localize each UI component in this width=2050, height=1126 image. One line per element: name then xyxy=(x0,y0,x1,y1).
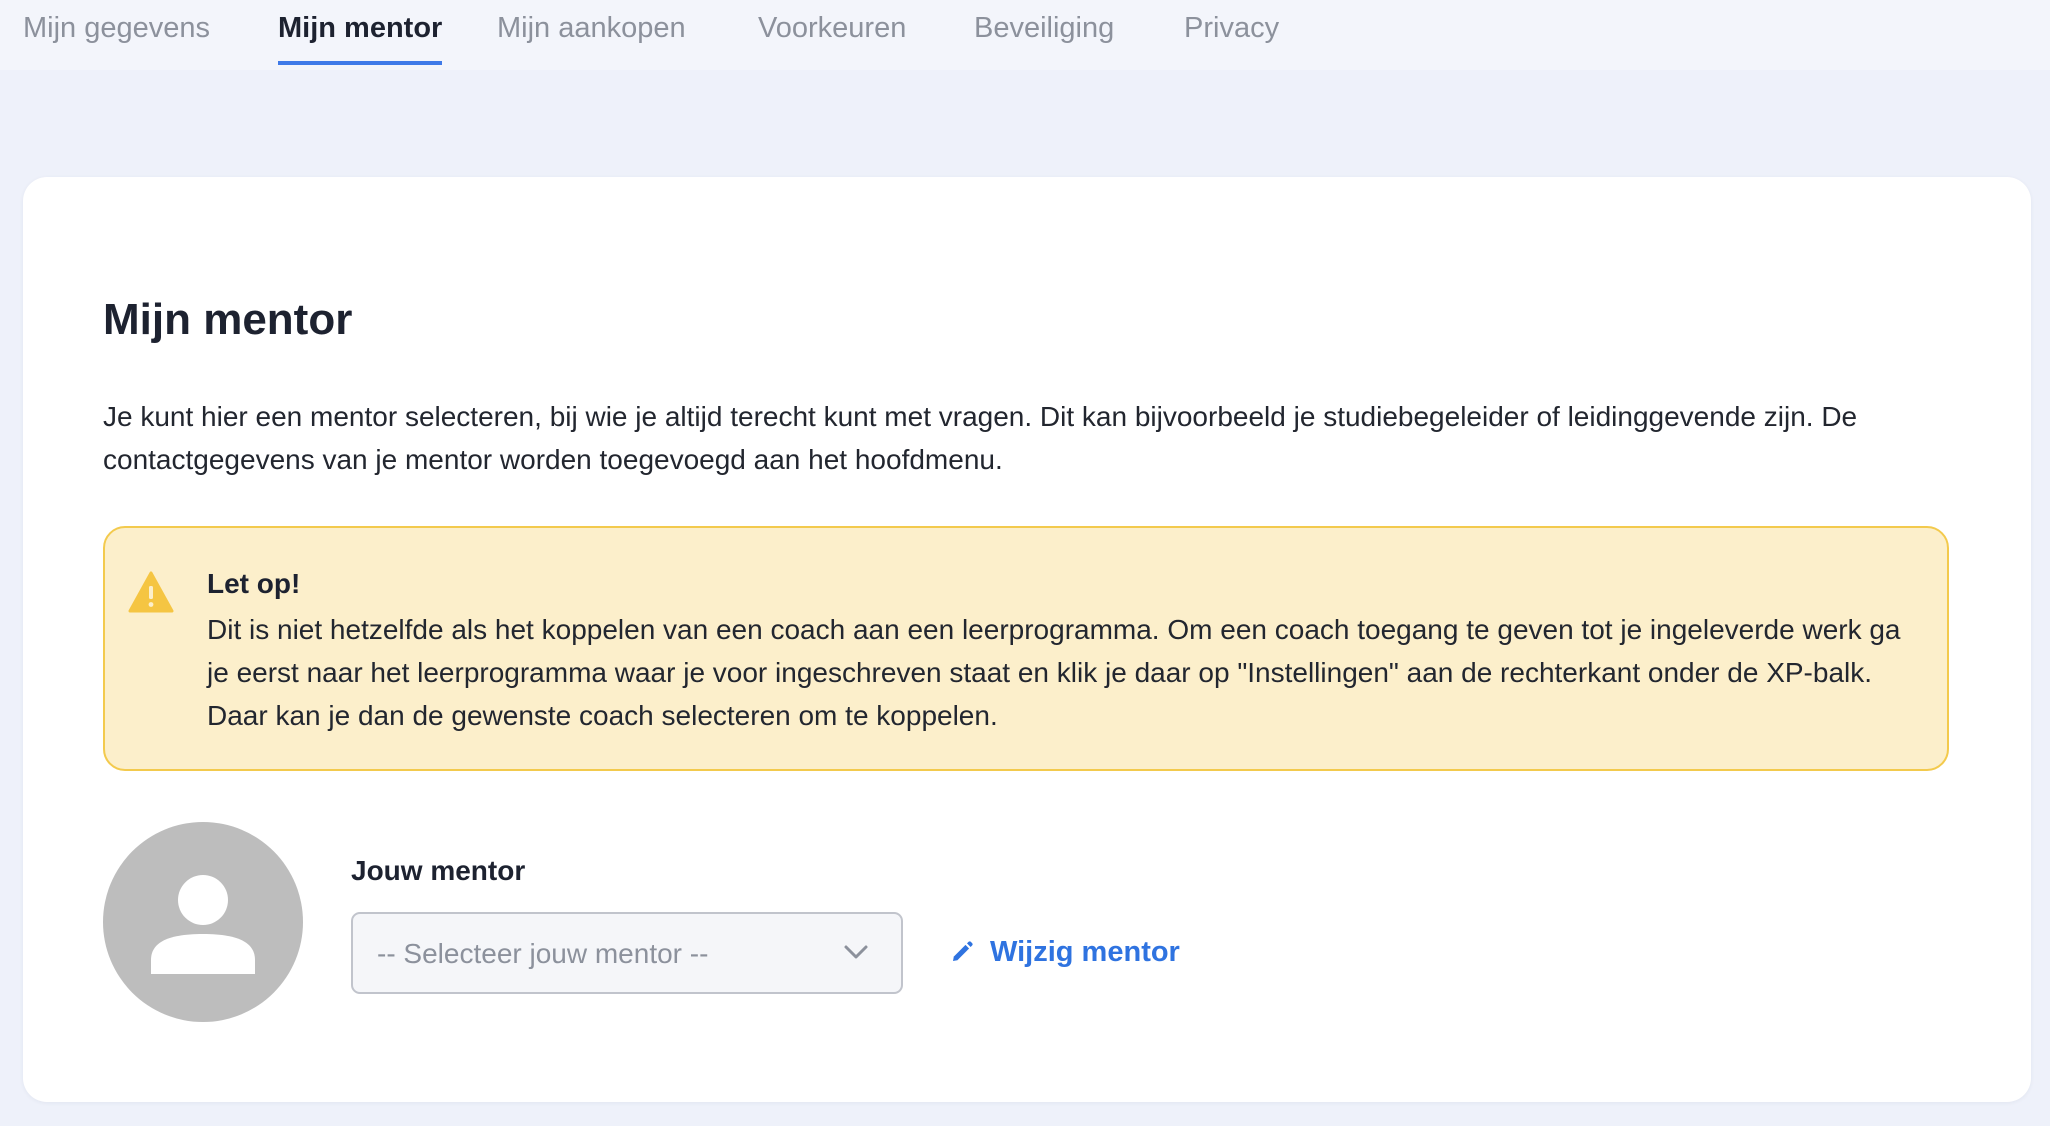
warning-icon xyxy=(128,571,174,613)
edit-mentor-label: Wijzig mentor xyxy=(990,935,1180,968)
edit-mentor-link[interactable]: Wijzig mentor xyxy=(950,932,1180,972)
account-tabs: Mijn gegevens Mijn mentor Mijn aankopen … xyxy=(0,0,2050,70)
chevron-down-icon xyxy=(843,944,869,960)
intro-text: Je kunt hier een mentor selecteren, bij … xyxy=(103,401,1858,475)
tab-mijn-aankopen[interactable]: Mijn aankopen xyxy=(497,12,686,61)
mentor-card: Mijn mentor Je kunt hier een mentor sele… xyxy=(23,177,2031,1102)
tab-voorkeuren[interactable]: Voorkeuren xyxy=(758,12,906,61)
pencil-icon xyxy=(950,940,974,964)
mentor-select-value: -- Selecteer jouw mentor -- xyxy=(377,938,709,969)
avatar xyxy=(103,822,303,1022)
tab-beveiliging[interactable]: Beveiliging xyxy=(974,12,1114,61)
warning-alert: Let op! Dit is niet hetzelfde als het ko… xyxy=(103,526,1949,771)
tab-mijn-mentor[interactable]: Mijn mentor xyxy=(278,12,443,65)
page-title: Mijn mentor xyxy=(103,295,353,344)
mentor-select[interactable]: -- Selecteer jouw mentor -- xyxy=(351,912,903,994)
tab-privacy[interactable]: Privacy xyxy=(1184,12,1279,61)
mentor-label: Jouw mentor xyxy=(351,855,526,886)
alert-title: Let op! xyxy=(207,568,301,599)
alert-text: Dit is niet hetzelfde als het koppelen v… xyxy=(207,614,1901,731)
tab-mijn-gegevens[interactable]: Mijn gegevens xyxy=(23,12,210,61)
